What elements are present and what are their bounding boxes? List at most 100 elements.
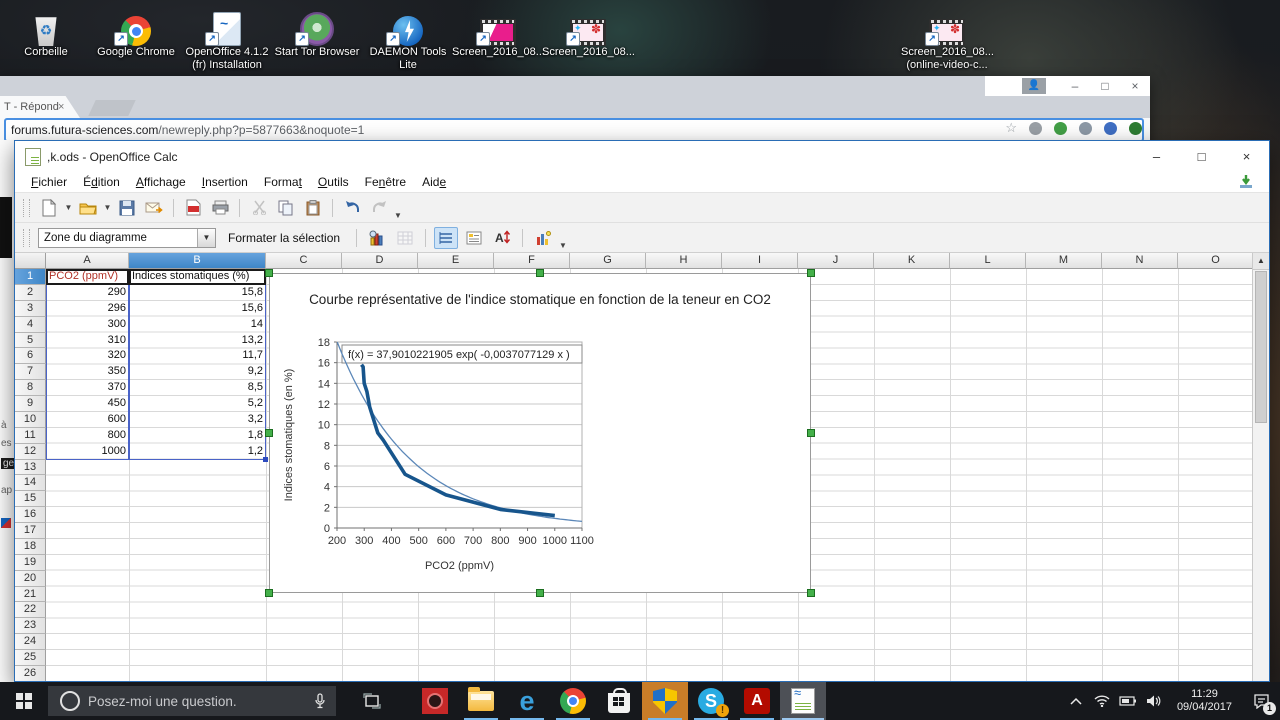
column-header-C[interactable]: C [266,253,342,269]
row-header-17[interactable]: 17 [15,523,46,539]
scroll-up-icon[interactable]: ▲ [1253,253,1269,270]
row-header-12[interactable]: 12 [15,443,46,460]
row-header-25[interactable]: 25 [15,650,46,666]
column-header-M[interactable]: M [1026,253,1102,269]
cell-A5[interactable]: 310 [46,333,129,349]
update-available-icon[interactable] [1237,174,1255,190]
undo-button[interactable] [340,197,364,219]
row-header-15[interactable]: 15 [15,491,46,508]
selection-handle[interactable] [536,589,544,597]
cell-B11[interactable]: 1,8 [129,428,266,444]
row-header-23[interactable]: 23 [15,618,46,635]
chrome-new-tab-button[interactable] [88,100,136,116]
toolbar-overflow-button[interactable]: ▼ [394,211,402,222]
taskbar-app-defender[interactable] [642,682,688,720]
taskbar-app-acrobat[interactable]: A [734,682,780,720]
menu-aide[interactable]: Aide [414,173,454,191]
horizontal-grids-button[interactable] [434,226,459,249]
export-pdf-button[interactable] [181,197,205,219]
taskbar-app-calc[interactable] [780,682,826,720]
row-header-13[interactable]: 13 [15,459,46,476]
selection-handle[interactable] [807,429,815,437]
legend-toggle-button[interactable] [462,227,486,249]
cell-B7[interactable]: 9,2 [129,364,266,380]
column-header-F[interactable]: F [494,253,570,269]
taskbar-app-chrome[interactable] [550,682,596,720]
menu-affichage[interactable]: Affichage [128,173,194,191]
cell-A8[interactable]: 370 [46,380,129,396]
taskbar-app-edge[interactable]: e [504,682,550,720]
column-header-B[interactable]: B [129,253,266,269]
row-header-20[interactable]: 20 [15,570,46,587]
column-header-L[interactable]: L [950,253,1026,269]
new-document-dropdown[interactable]: ▼ [64,203,73,212]
paste-button[interactable] [301,197,325,219]
cell-A7[interactable]: 350 [46,364,129,380]
column-header-K[interactable]: K [874,253,950,269]
selection-handle[interactable] [807,269,815,277]
task-view-button[interactable] [352,682,392,720]
selection-handle[interactable] [265,269,273,277]
extension-icon-4[interactable] [1104,121,1117,135]
taskbar-app-explorer[interactable] [458,682,504,720]
microphone-icon[interactable] [314,693,326,709]
column-header-H[interactable]: H [646,253,722,269]
extension-icon-1[interactable] [1029,121,1042,135]
toolbar-grip[interactable] [23,198,30,217]
chrome-omnibox[interactable]: forums.futura-sciences.com/newreply.php?… [4,118,1144,142]
start-button[interactable] [0,682,48,720]
desktop-icon-oo[interactable]: ↗OpenOffice 4.1.2(fr) Installation [181,6,273,72]
taskbar-app-store[interactable] [596,682,642,720]
desktop-icon-daemon[interactable]: ↗ DAEMON Tools Lite [362,6,454,72]
open-file-button[interactable] [76,197,100,219]
cell-A2[interactable]: 290 [46,285,129,301]
cell-B1[interactable]: Indices stomatiques (%) [129,269,266,285]
menu-fenêtre[interactable]: Fenêtre [357,173,414,191]
spreadsheet[interactable]: ABCDEFGHIJKLMNO 1 2 3 4 5 6 7 8 9 10 11 12 13 14 15 16 1… [15,253,1269,681]
calc-minimize-button[interactable]: – [1134,141,1179,172]
desktop-icon-tor[interactable]: ↗ Start Tor Browser [271,6,363,59]
column-header-G[interactable]: G [570,253,646,269]
row-header-5[interactable]: 5 [15,332,46,349]
taskbar-app-red-app[interactable] [412,682,458,720]
cell-B6[interactable]: 11,7 [129,348,266,364]
chrome-minimize-button[interactable]: – [1060,76,1090,96]
column-header-D[interactable]: D [342,253,418,269]
cell-A12[interactable]: 1000 [46,444,129,460]
desktop-icon-film[interactable]: ↗ Screen_2016_08... [452,6,545,59]
desktop-icon-film2[interactable]: ↗Screen_2016_08... [542,6,635,59]
cell-A9[interactable]: 450 [46,396,129,412]
extension-icon-3[interactable] [1079,121,1092,135]
column-header-A[interactable]: A [46,253,129,269]
cell-A11[interactable]: 800 [46,428,129,444]
fill-handle[interactable] [263,456,268,462]
row-header-8[interactable]: 8 [15,380,46,397]
cell-A4[interactable]: 300 [46,317,129,333]
selection-handle[interactable] [536,269,544,277]
row-header-19[interactable]: 19 [15,554,46,571]
select-all-corner[interactable] [15,253,46,269]
cell-B9[interactable]: 5,2 [129,396,266,412]
calc-close-button[interactable]: × [1224,141,1269,172]
chart-element-combobox[interactable]: Zone du diagramme ▼ [38,227,216,248]
cell-B10[interactable]: 3,2 [129,412,266,428]
cell-B4[interactable]: 14 [129,317,266,333]
menu-format[interactable]: Format [256,173,310,191]
row-header-10[interactable]: 10 [15,411,46,428]
row-header-6[interactable]: 6 [15,348,46,365]
cell-B5[interactable]: 13,2 [129,333,266,349]
row-header-9[interactable]: 9 [15,396,46,412]
desktop-icon-chrome[interactable]: ↗ Google Chrome [90,6,182,59]
row-header-2[interactable]: 2 [15,284,46,301]
tray-chevron-icon[interactable] [1063,697,1089,705]
column-header-E[interactable]: E [418,253,494,269]
chrome-close-button[interactable]: × [1120,76,1150,96]
row-header-14[interactable]: 14 [15,475,46,492]
row-header-7[interactable]: 7 [15,364,46,381]
chrome-maximize-button[interactable]: □ [1090,76,1120,96]
cell-B8[interactable]: 8,5 [129,380,266,396]
extension-icon-5[interactable] [1129,121,1142,135]
print-button[interactable] [208,197,232,219]
embedded-chart-object[interactable]: Courbe représentative de l'indice stomat… [269,273,811,593]
cell-A10[interactable]: 600 [46,412,129,428]
